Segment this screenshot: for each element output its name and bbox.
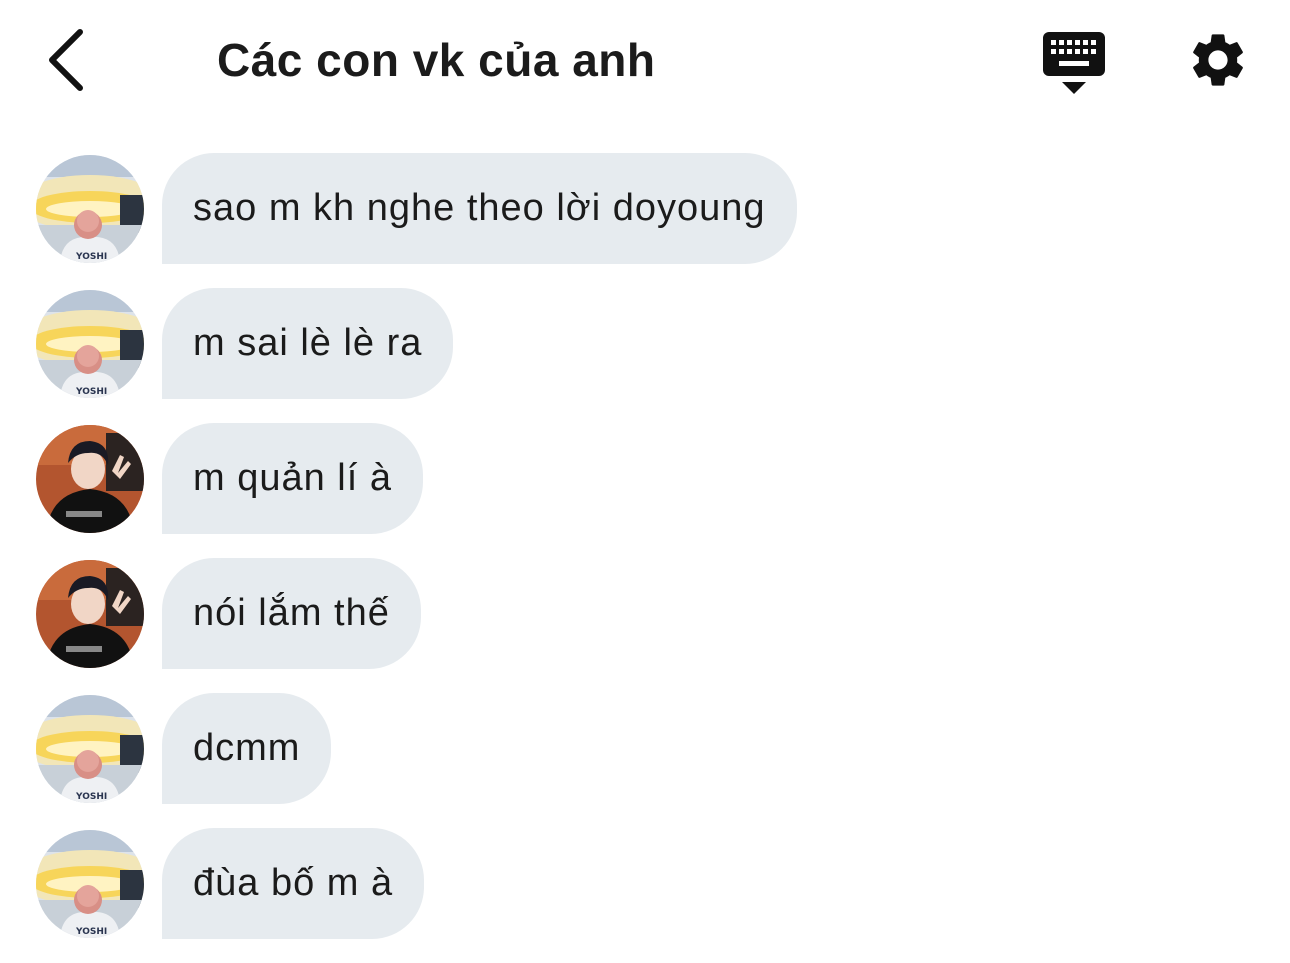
chat-header: Các con vk của anh (0, 0, 1290, 120)
message-row: dcmm (0, 693, 1290, 804)
message-bubble[interactable]: nói lắm thế (162, 558, 421, 669)
yoshi-avatar[interactable] (36, 695, 144, 803)
back-button[interactable] (38, 24, 94, 96)
keyboard-hide-icon (1043, 32, 1105, 94)
message-bubble[interactable]: sao m kh nghe theo lời doyoung (162, 153, 797, 264)
message-bubble[interactable]: m quản lí à (162, 423, 423, 534)
message-bubble[interactable]: đùa bố m à (162, 828, 425, 939)
gear-icon (1193, 34, 1243, 86)
message-row: m sai lè lè ra (0, 288, 1290, 399)
message-list: sao m kh nghe theo lời doyoung m sai lè … (0, 153, 1290, 963)
black-shirt-avatar[interactable] (36, 425, 144, 533)
yoshi-avatar[interactable] (36, 155, 144, 263)
message-row: nói lắm thế (0, 558, 1290, 669)
keyboard-toggle-button[interactable] (1040, 30, 1108, 96)
message-row: m quản lí à (0, 423, 1290, 534)
yoshi-avatar[interactable] (36, 290, 144, 398)
message-bubble[interactable]: m sai lè lè ra (162, 288, 454, 399)
settings-button[interactable] (1186, 28, 1250, 92)
message-row: sao m kh nghe theo lời doyoung (0, 153, 1290, 264)
message-row: đùa bố m à (0, 828, 1290, 939)
message-bubble[interactable]: dcmm (162, 693, 332, 804)
yoshi-avatar[interactable] (36, 830, 144, 938)
black-shirt-avatar[interactable] (36, 560, 144, 668)
chevron-left-icon (49, 29, 83, 91)
chat-title: Các con vk của anh (217, 34, 656, 86)
